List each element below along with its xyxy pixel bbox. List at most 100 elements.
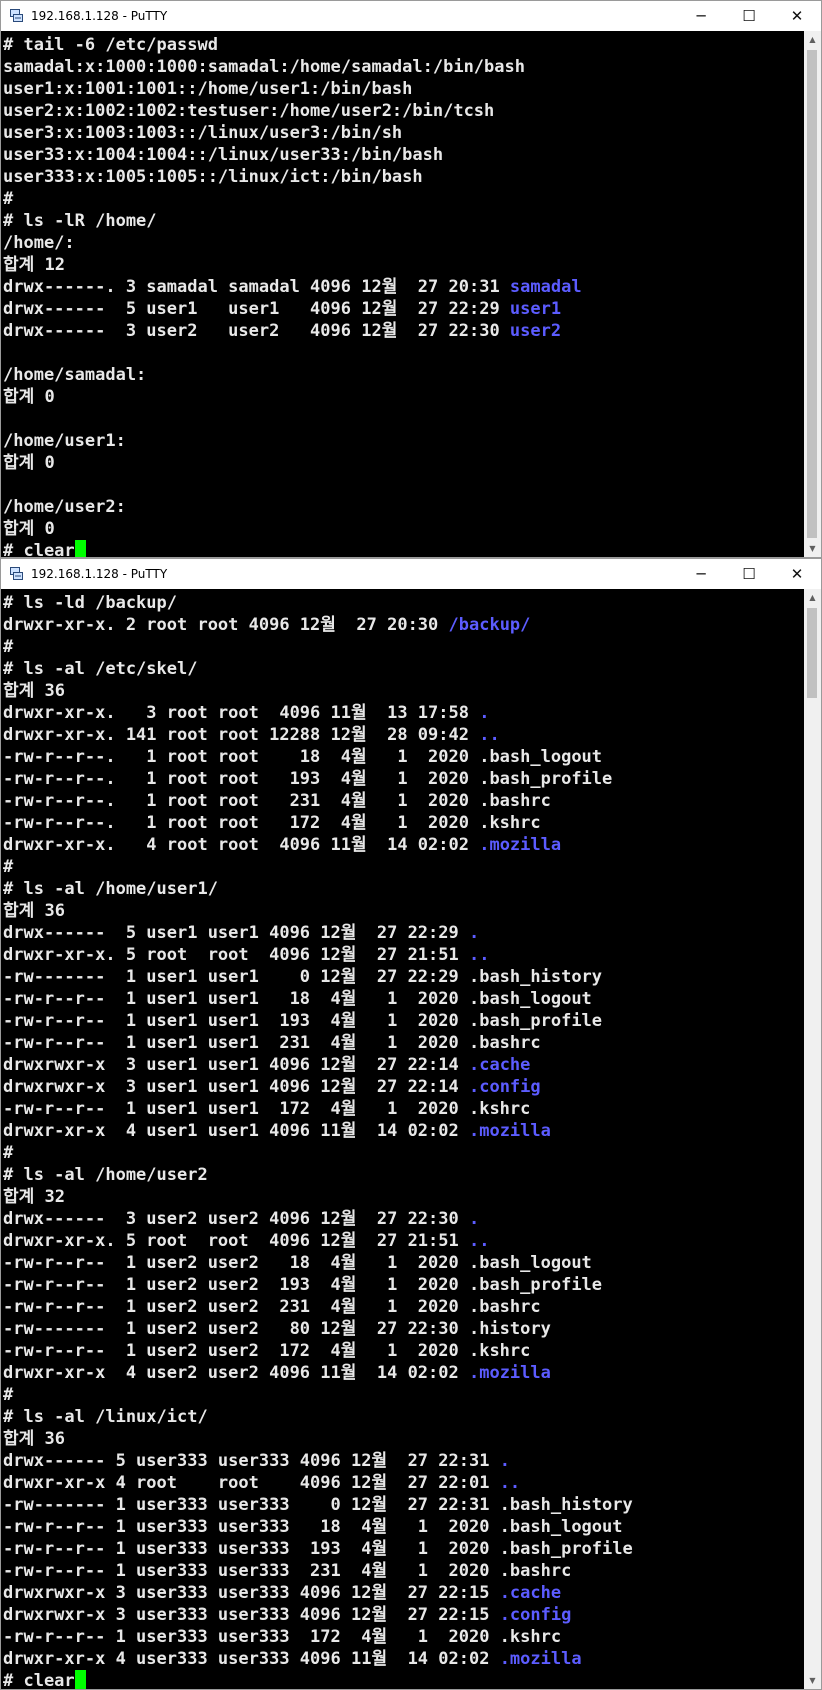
terminal-line: drwxr-xr-x. 5 root root 4096 12월 27 21:5… [3, 1230, 804, 1252]
scrollbar-thumb[interactable] [807, 608, 817, 698]
terminal-line: # [3, 636, 804, 658]
terminal-line-text: /home/user1: [3, 431, 126, 451]
terminal-line-text: drwx------ 5 user333 user333 4096 12월 27… [3, 1451, 500, 1471]
terminal-line-text: drwxr-xr-x 4 root root 4096 12월 27 22:01 [3, 1473, 500, 1493]
directory-name: .. [479, 725, 500, 745]
terminal-line-text: user2:x:1002:1002:testuser:/home/user2:/… [3, 101, 495, 121]
terminal-line-text: -rw-r--r-- 1 user333 user333 172 4월 1 20… [3, 1627, 562, 1647]
close-button[interactable]: ✕ [773, 1, 821, 31]
terminal-line: drwxr-xr-x 4 user1 user1 4096 11월 14 02:… [3, 1120, 804, 1142]
terminal-line: drwx------ 5 user1 user1 4096 12월 27 22:… [3, 922, 804, 944]
terminal-line-text: drwxr-xr-x. 2 root root 4096 12월 27 20:3… [3, 615, 449, 635]
directory-name: user1 [509, 299, 562, 319]
terminal-line: -rw-r--r--. 1 root root 172 4월 1 2020 .k… [3, 812, 804, 834]
maximize-button[interactable]: ☐ [725, 1, 773, 31]
terminal-line-text: user1:x:1001:1001::/home/user1:/bin/bash [3, 79, 413, 99]
terminal-line-text: -rw-r--r-- 1 user2 user2 231 4월 1 2020 .… [3, 1297, 541, 1317]
minimize-button[interactable]: ─ [677, 1, 725, 31]
terminal-line: -rw------- 1 user333 user333 0 12월 27 22… [3, 1494, 804, 1516]
terminal-line-text: 합계 36 [3, 681, 65, 701]
directory-name: .config [499, 1605, 572, 1625]
terminal-line-text: # clear [3, 1671, 75, 1689]
terminal-line-text: -rw-r--r-- 1 user1 user1 193 4월 1 2020 .… [3, 1011, 603, 1031]
title-bar[interactable]: 192.168.1.128 - PuTTY ─ ☐ ✕ [1, 1, 821, 31]
close-icon: ✕ [790, 7, 804, 25]
terminal-line-text: # ls -al /etc/skel/ [3, 659, 198, 679]
directory-name: . [468, 1209, 480, 1229]
terminal-line-text: drwx------ 5 user1 user1 4096 12월 27 22:… [3, 923, 469, 943]
vertical-scrollbar[interactable]: ▲ ▼ [804, 31, 821, 557]
putty-window-bottom[interactable]: 192.168.1.128 - PuTTY ─ ☐ ✕ # ls -ld /ba… [0, 558, 822, 1690]
terminal-line: # ls -lR /home/ [3, 210, 804, 232]
directory-name: .. [468, 945, 490, 965]
minimize-button[interactable]: ─ [677, 559, 725, 589]
window-title: 192.168.1.128 - PuTTY [31, 9, 168, 23]
directory-name: .cache [468, 1055, 531, 1075]
terminal-line-text: # ls -al /home/user2 [3, 1165, 208, 1185]
terminal-line: # tail -6 /etc/passwd [3, 34, 804, 56]
terminal-output[interactable]: # ls -ld /backup/drwxr-xr-x. 2 root root… [1, 589, 804, 1689]
terminal-line: # ls -ld /backup/ [3, 592, 804, 614]
terminal-line: # clear [3, 540, 804, 557]
directory-name: . [468, 923, 480, 943]
terminal-line-text: drwx------ 3 user2 user2 4096 12월 27 22:… [3, 1209, 469, 1229]
terminal-line: user3:x:1003:1003::/linux/user3:/bin/sh [3, 122, 804, 144]
terminal-line: # [3, 1142, 804, 1164]
terminal-line: -rw-r--r-- 1 user2 user2 231 4월 1 2020 .… [3, 1296, 804, 1318]
directory-name: /backup/ [448, 615, 531, 635]
terminal-line-text: user333:x:1005:1005::/linux/ict:/bin/bas… [3, 167, 423, 187]
terminal-line: -rw-r--r--. 1 root root 231 4월 1 2020 .b… [3, 790, 804, 812]
terminal-line: drwxr-xr-x. 141 root root 12288 12월 28 0… [3, 724, 804, 746]
putty-icon [10, 567, 23, 580]
terminal-line: /home/samadal: [3, 364, 804, 386]
terminal-line: 합계 0 [3, 452, 804, 474]
terminal-line-text: user33:x:1004:1004::/linux/user33:/bin/b… [3, 145, 444, 165]
scroll-up-arrow-icon[interactable]: ▲ [804, 589, 821, 606]
terminal-line-text: -rw-r--r-- 1 user2 user2 18 4월 1 2020 .b… [3, 1253, 592, 1273]
maximize-button[interactable]: ☐ [725, 559, 773, 589]
terminal-line: -rw-r--r-- 1 user333 user333 18 4월 1 202… [3, 1516, 804, 1538]
terminal-line: drwxr-xr-x. 4 root root 4096 11월 14 02:0… [3, 834, 804, 856]
terminal-line-text: # ls -al /home/user1/ [3, 879, 218, 899]
terminal-line-text: -rw------- 1 user1 user1 0 12월 27 22:29 … [3, 967, 603, 987]
terminal-line: 합계 36 [3, 900, 804, 922]
terminal-line: drwx------ 3 user2 user2 4096 12월 27 22:… [3, 320, 804, 342]
close-button[interactable]: ✕ [773, 559, 821, 589]
terminal-line-text: # [3, 189, 14, 209]
scroll-up-arrow-icon[interactable]: ▲ [804, 31, 821, 48]
terminal-line: 합계 36 [3, 1428, 804, 1450]
minimize-icon: ─ [696, 565, 706, 583]
directory-name: . [499, 1451, 510, 1471]
title-bar[interactable]: 192.168.1.128 - PuTTY ─ ☐ ✕ [1, 559, 821, 589]
terminal-line-text: # ls -al /linux/ict/ [3, 1407, 208, 1427]
close-icon: ✕ [790, 565, 804, 583]
directory-name: .. [468, 1231, 490, 1251]
terminal-line-text: -rw-r--r-- 1 user333 user333 231 4월 1 20… [3, 1561, 572, 1581]
terminal-line: # ls -al /linux/ict/ [3, 1406, 804, 1428]
terminal-line-text: -rw-r--r-- 1 user2 user2 193 4월 1 2020 .… [3, 1275, 603, 1295]
putty-window-top[interactable]: 192.168.1.128 - PuTTY ─ ☐ ✕ # tail -6 /e… [0, 0, 822, 558]
terminal-line-text: drwx------. 3 samadal samadal 4096 12월 2… [3, 277, 510, 297]
terminal-line: -rw-r--r-- 1 user1 user1 172 4월 1 2020 .… [3, 1098, 804, 1120]
terminal-line: drwxrwxr-x 3 user333 user333 4096 12월 27… [3, 1582, 804, 1604]
terminal-line-text: # ls -lR /home/ [3, 211, 157, 231]
terminal-line: -rw-r--r-- 1 user2 user2 172 4월 1 2020 .… [3, 1340, 804, 1362]
directory-name: user2 [509, 321, 562, 341]
terminal-line: 합계 12 [3, 254, 804, 276]
directory-name: samadal [509, 277, 582, 297]
terminal-line: /home/: [3, 232, 804, 254]
scrollbar-thumb[interactable] [807, 50, 817, 538]
directory-name: .mozilla [468, 1121, 551, 1141]
terminal-output[interactable]: # tail -6 /etc/passwd samadal:x:1000:1000… [1, 31, 804, 557]
terminal-line-text: -rw-r--r-- 1 user1 user1 231 4월 1 2020 .… [3, 1033, 541, 1053]
terminal-line-text: -rw-r--r-- 1 user333 user333 18 4월 1 202… [3, 1517, 623, 1537]
vertical-scrollbar[interactable]: ▲ ▼ [804, 589, 821, 1689]
maximize-icon: ☐ [742, 7, 756, 25]
terminal-line-text: drwxrwxr-x 3 user1 user1 4096 12월 27 22:… [3, 1055, 469, 1075]
putty-icon [10, 9, 23, 22]
terminal-line-text: 합계 36 [3, 1429, 65, 1449]
scroll-down-arrow-icon[interactable]: ▼ [804, 540, 821, 557]
terminal-line-text: -rw-r--r-- 1 user1 user1 172 4월 1 2020 .… [3, 1099, 531, 1119]
scroll-down-arrow-icon[interactable]: ▼ [804, 1672, 821, 1689]
terminal-line-text: drwxrwxr-x 3 user333 user333 4096 12월 27… [3, 1583, 500, 1603]
